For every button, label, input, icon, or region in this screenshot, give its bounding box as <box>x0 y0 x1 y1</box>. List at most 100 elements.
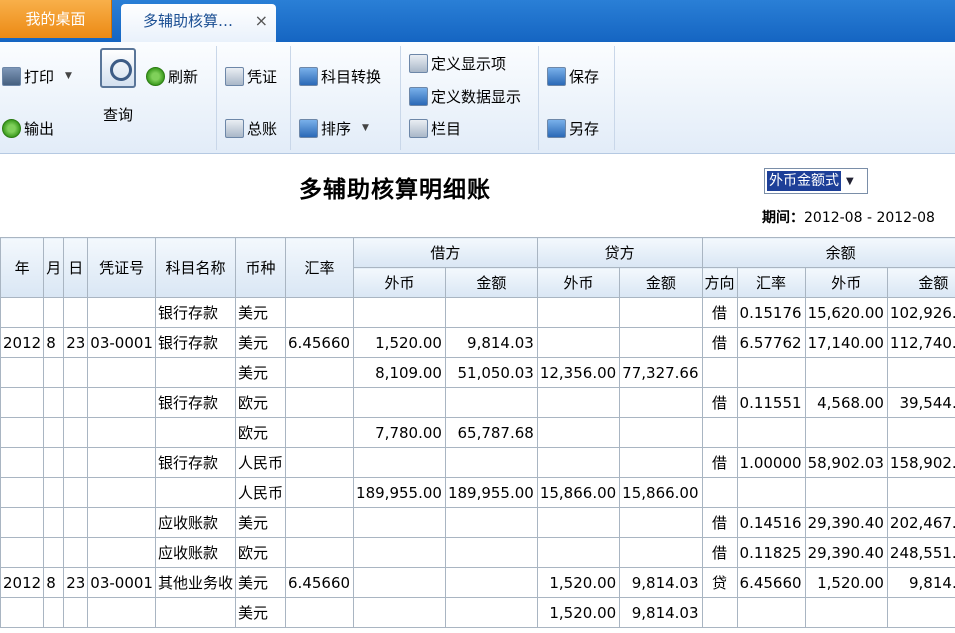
balance-rate-cell[interactable] <box>736 357 806 388</box>
day-cell[interactable] <box>63 387 89 418</box>
balance-amount-cell[interactable]: 158,902.03 <box>886 447 955 478</box>
table-row[interactable]: 2012 8 23 03-0001 银行存款 美元 6.45660 1,520.00 9,814… <box>0 327 955 358</box>
balance-foreign-cell[interactable]: 17,140.00 <box>804 327 888 358</box>
col-header-voucher-no[interactable]: 凭证号 <box>87 237 156 298</box>
balance-amount-cell[interactable]: 248,551.67 <box>886 537 955 568</box>
credit-amount-cell[interactable]: 77,327.66 <box>619 357 703 388</box>
col-header-credit[interactable]: 贷方 <box>536 237 703 268</box>
credit-foreign-cell[interactable]: 15,866.00 <box>536 477 621 508</box>
balance-rate-cell[interactable] <box>736 417 806 448</box>
balance-foreign-cell[interactable] <box>804 357 888 388</box>
balance-foreign-cell[interactable]: 58,902.03 <box>804 447 888 478</box>
direction-cell[interactable]: 借 <box>701 297 738 328</box>
balance-amount-cell[interactable]: 39,544.72 <box>886 387 955 418</box>
account-switch-button[interactable]: 科目转换 <box>299 64 381 88</box>
balance-foreign-cell[interactable] <box>804 417 888 448</box>
balance-amount-cell[interactable] <box>886 357 955 388</box>
voucher-no-cell[interactable] <box>87 447 156 478</box>
account-name-cell[interactable]: 银行存款 <box>154 447 237 478</box>
day-cell[interactable] <box>63 447 89 478</box>
ledger-button[interactable]: 总账 <box>225 116 277 140</box>
debit-foreign-cell[interactable] <box>353 447 446 478</box>
credit-amount-cell[interactable]: 9,814.03 <box>619 567 703 598</box>
rate-cell[interactable] <box>285 537 355 568</box>
month-cell[interactable] <box>43 417 65 448</box>
year-cell[interactable]: 2012 <box>0 567 45 598</box>
col-header-balance[interactable]: 余额 <box>701 237 955 268</box>
export-button[interactable]: 输出 <box>2 116 54 140</box>
balance-foreign-cell[interactable]: 4,568.00 <box>804 387 888 418</box>
day-cell[interactable] <box>63 597 89 628</box>
tab-multi-aux-ledger[interactable]: 多辅助核算… × <box>121 4 276 42</box>
voucher-no-cell[interactable]: 03-0001 <box>87 327 156 358</box>
month-cell[interactable] <box>43 447 65 478</box>
balance-foreign-cell[interactable]: 15,620.00 <box>804 297 888 328</box>
debit-foreign-cell[interactable]: 7,780.00 <box>353 417 446 448</box>
direction-cell[interactable]: 借 <box>701 387 738 418</box>
day-cell[interactable] <box>63 537 89 568</box>
col-header-rate[interactable]: 汇率 <box>285 237 355 298</box>
currency-cell[interactable]: 美元 <box>234 597 287 628</box>
currency-cell[interactable]: 欧元 <box>234 537 287 568</box>
balance-amount-cell[interactable] <box>886 597 955 628</box>
voucher-no-cell[interactable] <box>87 357 156 388</box>
voucher-no-cell[interactable] <box>87 507 156 538</box>
credit-amount-cell[interactable]: 9,814.03 <box>619 597 703 628</box>
direction-cell[interactable]: 借 <box>701 327 738 358</box>
define-data-display-button[interactable]: 定义数据显示 <box>409 84 521 108</box>
account-name-cell[interactable]: 应收账款 <box>154 537 237 568</box>
table-row[interactable]: 应收账款美元 借0.1451629,390.40202,467.53 <box>0 507 955 538</box>
close-icon[interactable]: × <box>255 4 268 38</box>
currency-cell[interactable]: 美元 <box>234 297 287 328</box>
debit-amount-cell[interactable] <box>444 567 538 598</box>
debit-foreign-cell[interactable] <box>353 387 446 418</box>
direction-cell[interactable] <box>701 417 738 448</box>
debit-foreign-cell[interactable] <box>353 597 446 628</box>
debit-amount-cell[interactable] <box>444 387 538 418</box>
tab-my-desktop[interactable]: 我的桌面 <box>0 0 112 38</box>
rate-cell[interactable] <box>285 447 355 478</box>
credit-foreign-cell[interactable] <box>536 447 621 478</box>
rate-cell[interactable] <box>285 387 355 418</box>
balance-rate-cell[interactable]: 0.11825 <box>736 537 806 568</box>
debit-amount-cell[interactable]: 65,787.68 <box>444 417 538 448</box>
credit-foreign-cell[interactable] <box>536 387 621 418</box>
debit-foreign-cell[interactable] <box>353 567 446 598</box>
year-cell[interactable] <box>0 597 45 628</box>
rate-cell[interactable] <box>285 297 355 328</box>
debit-amount-cell[interactable]: 51,050.03 <box>444 357 538 388</box>
voucher-no-cell[interactable] <box>87 417 156 448</box>
balance-rate-cell[interactable]: 0.14516 <box>736 507 806 538</box>
account-name-cell[interactable] <box>154 477 237 508</box>
col-header-day[interactable]: 日 <box>63 237 89 298</box>
columns-button[interactable]: 栏目 <box>409 116 461 140</box>
account-name-cell[interactable]: 银行存款 <box>154 327 237 358</box>
col-header-debit-foreign[interactable]: 外币 <box>353 267 446 298</box>
debit-foreign-cell[interactable]: 8,109.00 <box>353 357 446 388</box>
table-row[interactable]: 欧元 7,780.00 65,787.68 <box>0 417 955 448</box>
rate-cell[interactable]: 6.45660 <box>285 327 355 358</box>
debit-amount-cell[interactable] <box>444 537 538 568</box>
credit-amount-cell[interactable] <box>619 327 703 358</box>
year-cell[interactable] <box>0 537 45 568</box>
currency-cell[interactable]: 人民币 <box>234 447 287 478</box>
balance-rate-cell[interactable] <box>736 477 806 508</box>
rate-cell[interactable] <box>285 597 355 628</box>
currency-cell[interactable]: 欧元 <box>234 387 287 418</box>
credit-amount-cell[interactable] <box>619 387 703 418</box>
table-row[interactable]: 美元 1,520.00 9,814.03 <box>0 597 955 628</box>
col-header-balance-rate[interactable]: 汇率 <box>736 267 806 298</box>
voucher-no-cell[interactable] <box>87 597 156 628</box>
credit-foreign-cell[interactable]: 1,520.00 <box>536 597 621 628</box>
year-cell[interactable] <box>0 357 45 388</box>
table-row[interactable]: 银行存款美元 借0.1517615,620.00102,926.34 <box>0 297 955 328</box>
col-header-debit[interactable]: 借方 <box>353 237 538 268</box>
debit-amount-cell[interactable] <box>444 597 538 628</box>
currency-cell[interactable]: 美元 <box>234 567 287 598</box>
credit-amount-cell[interactable] <box>619 297 703 328</box>
chevron-down-icon[interactable]: ▼ <box>846 176 854 187</box>
print-button[interactable]: 打印 ▼ <box>2 64 72 88</box>
day-cell[interactable]: 23 <box>63 327 89 358</box>
balance-foreign-cell[interactable]: 1,520.00 <box>804 567 888 598</box>
balance-foreign-cell[interactable]: 29,390.40 <box>804 507 888 538</box>
